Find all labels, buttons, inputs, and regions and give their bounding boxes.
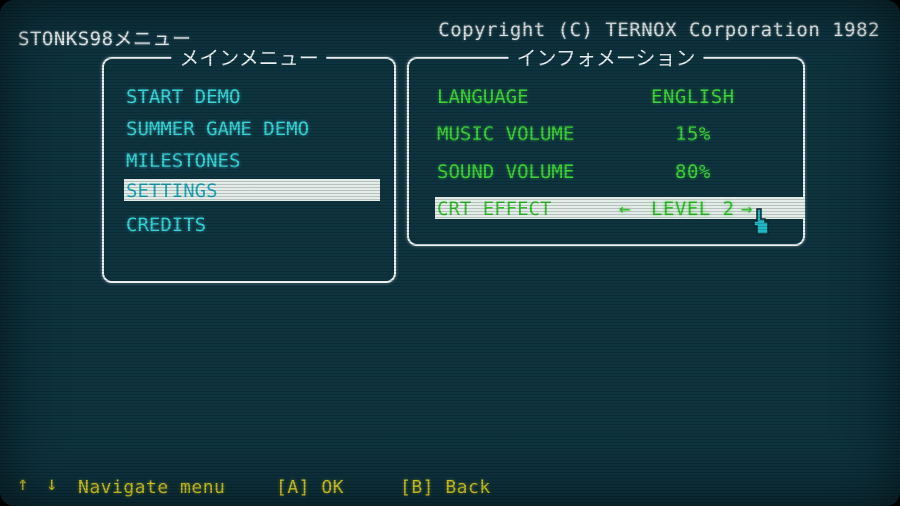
setting-music-volume-label: MUSIC VOLUME xyxy=(437,123,575,145)
main-menu-title: メインメニュー xyxy=(171,46,327,70)
footer-navigate-hint: Navigate menu xyxy=(78,477,226,498)
crt-screen: STONKS98メニュー Copyright (C) TERNOX Corpor… xyxy=(0,0,900,506)
setting-language-label: LANGUAGE xyxy=(437,86,529,108)
arrow-up-icon: ↑ xyxy=(17,473,29,495)
setting-language-value: ENGLISH xyxy=(651,86,735,108)
arrow-left-icon[interactable]: ← xyxy=(619,197,631,221)
pointer-cursor-icon xyxy=(753,208,769,235)
app-title: STONKS98メニュー xyxy=(18,28,192,50)
footer-back-hint[interactable]: [B] Back xyxy=(400,477,491,498)
information-title: インフォメーション xyxy=(508,46,704,70)
menu-item-start-demo[interactable]: START DEMO xyxy=(124,85,380,108)
setting-sound-volume-value: 80% xyxy=(675,161,711,183)
setting-language[interactable]: LANGUAGE ENGLISH xyxy=(435,85,805,108)
menu-item-summer-game-demo[interactable]: SUMMER GAME DEMO xyxy=(124,117,380,140)
arrow-down-icon: ↓ xyxy=(46,473,58,495)
setting-sound-volume-label: SOUND VOLUME xyxy=(437,161,575,183)
copyright-text: Copyright (C) TERNOX Corporation 1982 xyxy=(438,19,880,41)
setting-crt-effect-value: LEVEL 2 xyxy=(651,198,735,220)
information-panel: インフォメーション LANGUAGE ENGLISH MUSIC VOLUME … xyxy=(407,46,805,246)
menu-item-settings[interactable]: SETTINGS xyxy=(124,179,380,202)
setting-sound-volume[interactable]: SOUND VOLUME 80% xyxy=(435,160,805,183)
menu-item-milestones[interactable]: MILESTONES xyxy=(124,149,380,172)
menu-item-credits[interactable]: CREDITS xyxy=(124,213,380,236)
main-menu-panel: メインメニュー START DEMO SUMMER GAME DEMO MILE… xyxy=(102,46,396,283)
footer-ok-hint[interactable]: [A] OK xyxy=(276,477,344,498)
setting-crt-effect[interactable]: CRT EFFECT ← LEVEL 2 → xyxy=(435,197,805,221)
setting-music-volume-value: 15% xyxy=(675,123,711,145)
setting-music-volume[interactable]: MUSIC VOLUME 15% xyxy=(435,122,805,145)
setting-crt-effect-label: CRT EFFECT xyxy=(437,198,552,220)
